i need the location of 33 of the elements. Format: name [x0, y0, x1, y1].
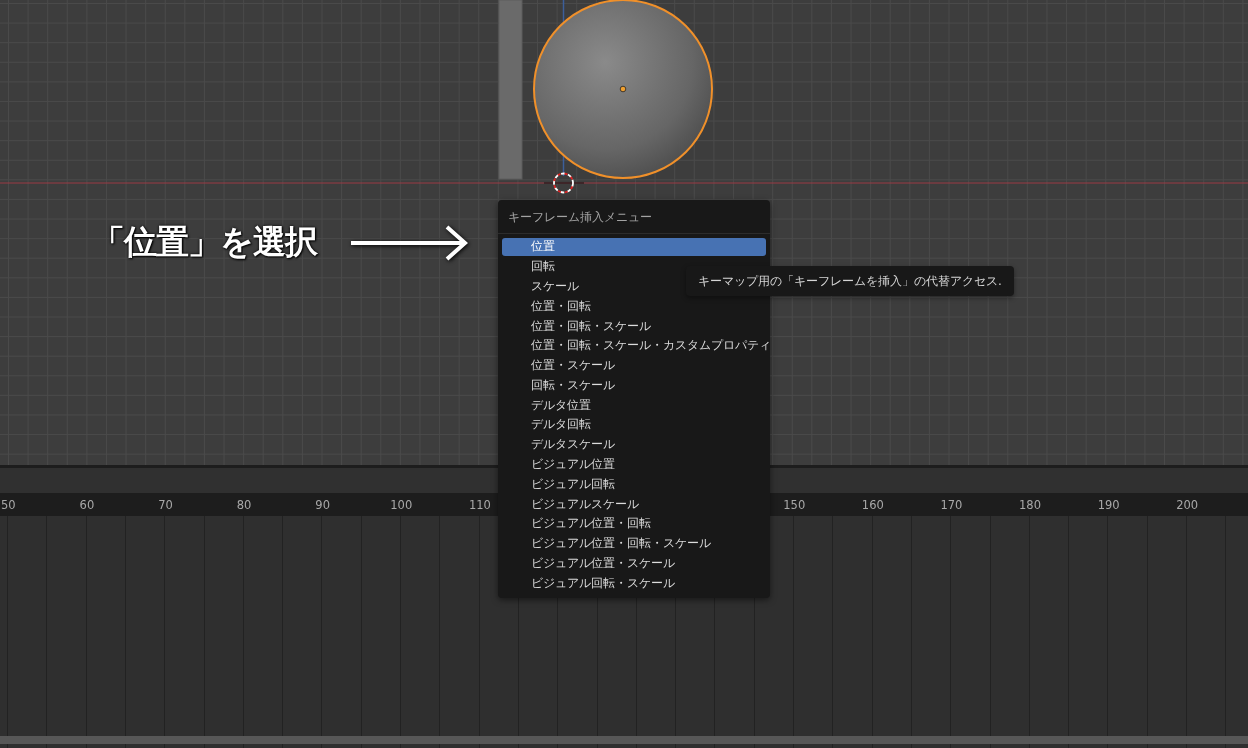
frame-number: 180 [1018, 497, 1042, 512]
menu-item[interactable]: 回転・スケール [502, 376, 766, 395]
frame-number: 150 [782, 497, 807, 512]
frame-number: 200 [1175, 497, 1200, 512]
menu-item[interactable]: デルタ位置 [502, 396, 766, 414]
frame-number: 100 [389, 497, 414, 512]
frame-number: 90 [314, 497, 331, 512]
menu-item[interactable]: 位置 [502, 238, 766, 256]
tooltip: キーマップ用の「キーフレームを挿入」の代替アクセス. [686, 266, 1014, 296]
frame-number: 160 [860, 497, 885, 512]
menu-item[interactable]: ビジュアル回転・スケール [502, 574, 766, 593]
annotation-text: 「位置」を選択 [92, 222, 317, 262]
menu-title: キーフレーム挿入メニュー [507, 209, 653, 226]
menu-item[interactable]: 位置・回転・スケール [502, 317, 766, 335]
menu-item[interactable]: 位置・回転 [502, 297, 766, 316]
menu-item[interactable]: ビジュアル位置 [502, 455, 766, 474]
frame-number: 170 [939, 497, 964, 512]
frame-number: 50 [0, 497, 17, 512]
menu-item[interactable]: ビジュアル位置・回転 [502, 514, 766, 533]
3d-cursor-icon [543, 172, 585, 194]
frame-number: 60 [78, 497, 96, 512]
menu-item[interactable]: ビジュアル位置・回転・スケール [502, 534, 766, 553]
menu-item[interactable]: ビジュアル回転 [502, 475, 766, 494]
menu-item[interactable]: デルタ回転 [502, 416, 766, 434]
frame-number: 80 [235, 497, 253, 512]
frame-number: 110 [467, 497, 492, 512]
menu-item[interactable]: ビジュアル位置・スケール [502, 554, 766, 573]
frame-number: 70 [157, 497, 174, 512]
menu-item[interactable]: ビジュアルスケール [502, 495, 766, 513]
menu-item[interactable]: デルタスケール [502, 435, 766, 454]
menu-item[interactable]: 位置・スケール [502, 356, 766, 375]
frame-number: 190 [1096, 497, 1121, 512]
scrollbar[interactable] [0, 736, 1248, 744]
